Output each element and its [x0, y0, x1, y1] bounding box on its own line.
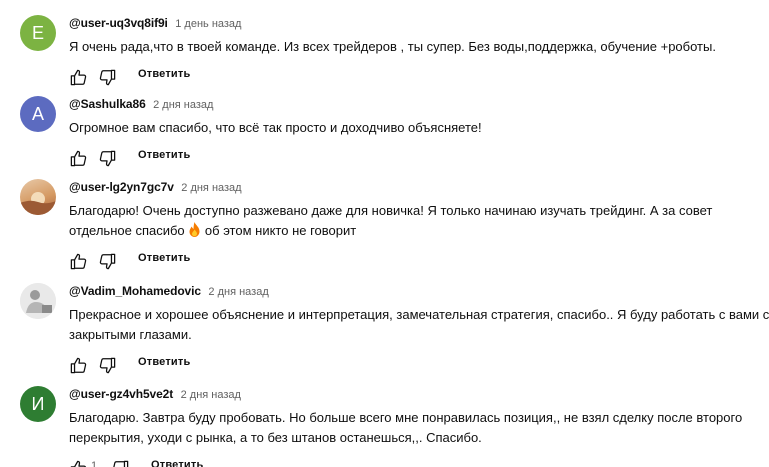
comment-line: Благодарю. Завтра буду пробовать. Но бол…: [69, 410, 743, 425]
comment-actions: Ответить: [69, 355, 759, 375]
avatar-letter: И: [31, 393, 45, 414]
comment-text: Я очень рада,что в твоей команде. Из все…: [69, 37, 759, 57]
reply-button[interactable]: Ответить: [138, 356, 190, 368]
comment-header: @user-uq3vq8if9i 1 день назад: [69, 15, 759, 31]
avatar-letter: E: [31, 22, 44, 43]
dislike-button[interactable]: [96, 355, 118, 375]
comment-actions: 1 Ответить: [69, 458, 759, 467]
thumbs-up-icon: [70, 253, 86, 269]
thumbs-up-icon: [70, 69, 86, 85]
thumbs-down-icon: [99, 357, 115, 373]
comment-line: перекрытия, уходи с рынка, а то без штан…: [69, 430, 482, 445]
reply-button[interactable]: Ответить: [138, 252, 190, 264]
comment-line: отдельное спасибо об этом никто не говор…: [69, 221, 759, 241]
dislike-button[interactable]: [96, 67, 118, 87]
comment-text: Благодарю! Очень доступно разжевано даже…: [69, 201, 759, 241]
comment-text: Благодарю. Завтра буду пробовать. Но бол…: [69, 408, 759, 448]
comment-fragment: отдельное спасибо: [69, 223, 185, 238]
author-name[interactable]: @user-uq3vq8if9i: [69, 16, 168, 30]
timestamp[interactable]: 1 день назад: [175, 18, 241, 30]
avatar[interactable]: И: [20, 386, 56, 422]
reply-button[interactable]: Ответить: [151, 459, 203, 467]
dislike-button[interactable]: [96, 251, 118, 271]
comment-line: Я очень рада,что в твоей команде. Из все…: [69, 39, 716, 54]
comment-actions: Ответить: [69, 251, 759, 271]
comment-line: закрытыми глазами.: [69, 327, 192, 342]
comment-header: @Vadim_Mohamedovic 2 дня назад: [69, 283, 759, 299]
comment-fragment: об этом никто не говорит: [204, 223, 357, 238]
comment-line: Благодарю! Очень доступно разжевано даже…: [69, 203, 713, 218]
thumbs-up-icon: [70, 357, 86, 373]
reply-button[interactable]: Ответить: [138, 68, 190, 80]
thumbs-up-icon: [70, 460, 86, 467]
like-button[interactable]: [67, 251, 89, 271]
like-count: 1: [91, 460, 98, 467]
thumbs-down-icon: [99, 253, 115, 269]
avatar[interactable]: A: [20, 96, 56, 132]
timestamp[interactable]: 2 дня назад: [181, 389, 241, 401]
comment-actions: Ответить: [69, 67, 759, 87]
comment-header: @user-gz4vh5ve2t 2 дня назад: [69, 386, 759, 402]
avatar[interactable]: E: [20, 15, 56, 51]
avatar[interactable]: [20, 179, 56, 215]
like-button[interactable]: [67, 67, 89, 87]
timestamp[interactable]: 2 дня назад: [181, 182, 241, 194]
reply-button[interactable]: Ответить: [138, 149, 190, 161]
comment-line: Огромное вам спасибо, что всё так просто…: [69, 120, 482, 135]
timestamp[interactable]: 2 дня назад: [153, 99, 213, 111]
avatar-letter: A: [31, 103, 44, 124]
author-name[interactable]: @user-lg2yn7gc7v: [69, 180, 174, 194]
comment-text: Огромное вам спасибо, что всё так просто…: [69, 118, 759, 138]
person-photo-icon: [20, 283, 56, 319]
dislike-button[interactable]: [109, 458, 131, 467]
thumbs-up-icon: [70, 150, 86, 166]
like-button[interactable]: [67, 355, 89, 375]
thumbs-down-icon: [112, 460, 128, 467]
thumbs-down-icon: [99, 150, 115, 166]
comment-header: @user-lg2yn7gc7v 2 дня назад: [69, 179, 759, 195]
dislike-button[interactable]: [96, 148, 118, 168]
sunset-photo-icon: [20, 192, 56, 215]
timestamp[interactable]: 2 дня назад: [208, 286, 268, 298]
comment-actions: Ответить: [69, 148, 759, 168]
like-button[interactable]: [67, 458, 89, 467]
fire-emoji-icon: [189, 222, 200, 237]
like-button[interactable]: [67, 148, 89, 168]
avatar[interactable]: [20, 283, 56, 319]
thumbs-down-icon: [99, 69, 115, 85]
comment-line: Прекрасное и хорошее объяснение и интерп…: [69, 307, 769, 322]
comment-text: Прекрасное и хорошее объяснение и интерп…: [69, 305, 769, 345]
author-name[interactable]: @Sashulka86: [69, 97, 146, 111]
author-name[interactable]: @Vadim_Mohamedovic: [69, 284, 201, 298]
author-name[interactable]: @user-gz4vh5ve2t: [69, 387, 173, 401]
comment-header: @Sashulka86 2 дня назад: [69, 96, 759, 112]
